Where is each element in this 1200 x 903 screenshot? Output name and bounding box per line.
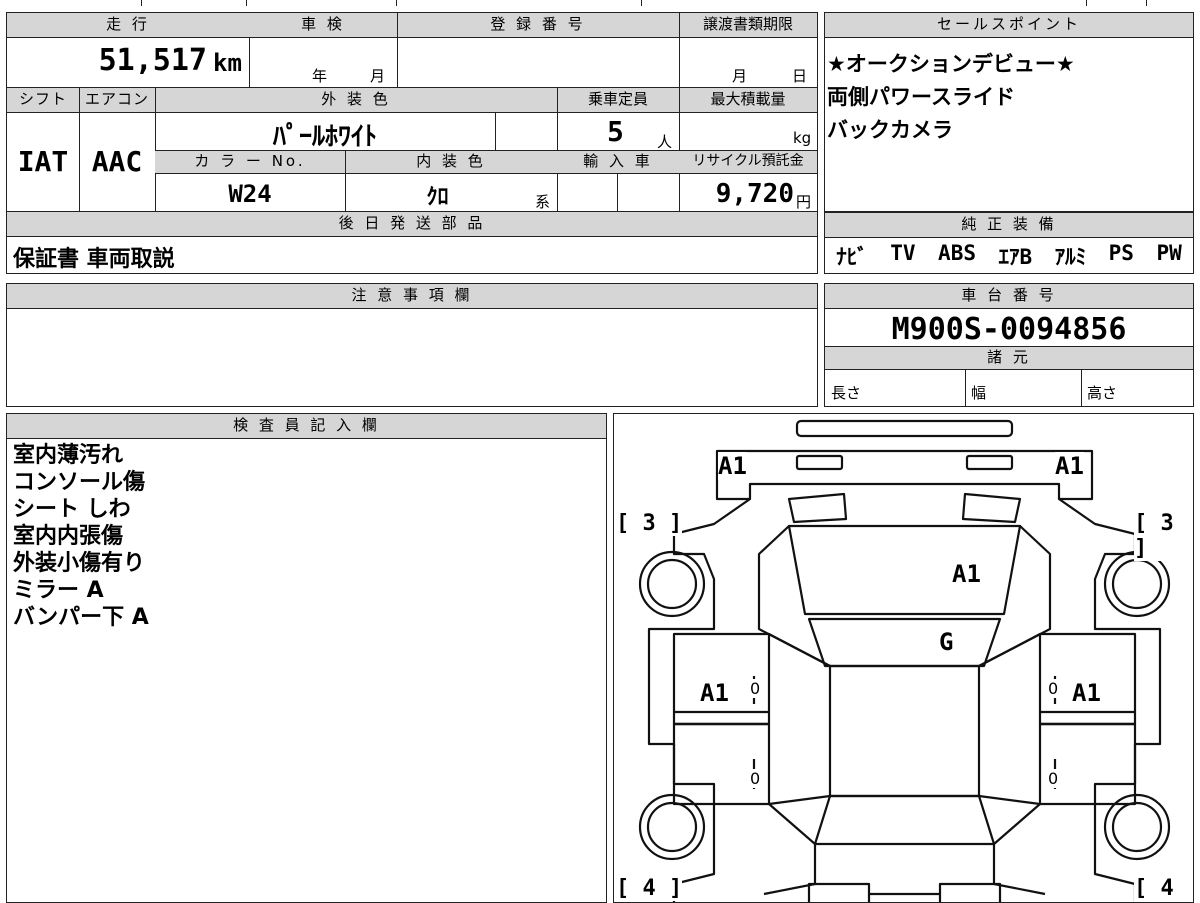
mileage-unit: km	[213, 49, 242, 77]
caution-box: 注 意 事 項 欄	[6, 283, 818, 407]
inspector-note: 外装小傷有り	[13, 551, 146, 576]
windshield-mark: G	[939, 628, 954, 656]
color-no-header: カ ラ ー No.	[155, 151, 345, 173]
max-load-header: 最大積載量	[679, 88, 817, 112]
left-front-door-zero: 0	[750, 679, 761, 698]
equipment-box: 純 正 装 備 ﾅﾋﾞ TV ABS ｴｱB ｱﾙﾐ PS PW	[824, 212, 1194, 274]
chassis-number: M900S-0094856	[891, 312, 1127, 347]
int-color-header: 内 装 色	[345, 151, 557, 173]
mileage-value: 51,517	[98, 43, 207, 78]
later-parts-value: 保証書 車両取説	[13, 247, 175, 272]
right-front-door-zero: 0	[1048, 679, 1059, 698]
recycle-header: リサイクル預託金	[679, 151, 817, 173]
ac-header: エアコン	[79, 88, 155, 112]
right-front-fender-mark: [ 3 ]	[1134, 511, 1193, 561]
vehicle-info-table: 走 行 車 検 登 録 番 号 譲渡書類期限 51,517 km 年 月 月 日…	[6, 12, 818, 274]
equipment-item: ｱﾙﾐ	[1054, 245, 1087, 269]
height-label: 高さ	[1087, 384, 1118, 402]
equipment-item: PS	[1108, 241, 1134, 265]
shift-header: シフト	[7, 88, 79, 112]
transfer-day: 日	[792, 67, 808, 85]
chassis-header: 車 台 番 号	[825, 284, 1193, 308]
equipment-header: 純 正 装 備	[825, 213, 1193, 237]
inspector-note: コンソール傷	[13, 470, 146, 495]
int-color-suffix: 系	[535, 193, 551, 211]
car-diagram-box: A1 A1 [ 3 ] [ 3 ] A1 G A1 A1 0 0 0 0 [ 4…	[613, 413, 1194, 903]
mileage-header: 走 行	[7, 13, 249, 37]
ext-color-value: ﾊﾟｰﾙﾎﾜｲﾄ	[272, 122, 377, 152]
sales-point-line: バックカメラ	[827, 118, 953, 142]
width-label: 幅	[971, 384, 987, 402]
int-color-value: ｸﾛ	[426, 185, 449, 210]
front-right-mark: A1	[1055, 452, 1084, 480]
inspector-note: シート しわ	[13, 497, 131, 522]
capacity-value: 5	[607, 115, 624, 148]
later-parts-header: 後 日 発 送 部 品	[7, 212, 817, 236]
length-label: 長さ	[831, 384, 862, 402]
left-rear-mark: [ 4 ]	[616, 876, 683, 901]
front-left-mark: A1	[718, 452, 747, 480]
left-rear-door-zero: 0	[750, 769, 761, 788]
sales-point-line: 両側パワースライド	[827, 85, 1015, 109]
right-door-mark: A1	[1072, 679, 1101, 707]
recycle-value: 9,720	[715, 179, 794, 209]
inspector-note: 室内薄汚れ	[13, 443, 124, 468]
inspector-note: バンパー下 A	[13, 605, 149, 630]
registration-header: 登 録 番 号	[397, 13, 679, 37]
equipment-item: TV	[890, 241, 916, 265]
shaken-month: 月	[370, 67, 386, 85]
inspector-header: 検 査 員 記 入 欄	[7, 414, 606, 438]
equipment-item: ﾅﾋﾞ	[836, 245, 868, 269]
left-front-fender-mark: [ 3 ]	[616, 511, 683, 536]
chassis-box: 車 台 番 号 M900S-0094856 諸 元 長さ 幅 高さ	[824, 283, 1194, 407]
right-rear-mark: [ 4 ]	[1134, 876, 1193, 902]
transfer-month: 月	[732, 67, 748, 85]
max-load-unit: kg	[793, 129, 812, 147]
capacity-header: 乗車定員	[557, 88, 679, 112]
left-door-mark: A1	[700, 679, 729, 707]
hood-mark: A1	[952, 560, 981, 588]
ac-value: AAC	[91, 145, 143, 178]
sales-point-line: ★オークションデビュー★	[827, 52, 1075, 76]
import-header: 輸 入 車	[557, 151, 679, 173]
inspector-notes-list: 室内薄汚れ コンソール傷 シート しわ 室内内張傷 外装小傷有り ミラー A バ…	[13, 442, 149, 631]
inspector-note: 室内内張傷	[13, 524, 124, 549]
car-outline-diagram	[638, 419, 1171, 902]
equipment-item: ｴｱB	[998, 245, 1033, 269]
sales-point-header: セールスポイント	[825, 13, 1193, 37]
capacity-unit: 人	[657, 133, 673, 151]
equipment-list: ﾅﾋﾞ TV ABS ｴｱB ｱﾙﾐ PS PW	[825, 241, 1193, 271]
equipment-item: ABS	[938, 241, 976, 265]
spec-header: 諸 元	[825, 347, 1193, 369]
top-clipped-row	[6, 0, 1194, 6]
recycle-unit: 円	[796, 193, 812, 211]
right-rear-door-zero: 0	[1048, 769, 1059, 788]
equipment-item: PW	[1156, 241, 1182, 265]
shaken-year: 年	[312, 67, 328, 85]
caution-header: 注 意 事 項 欄	[7, 284, 817, 308]
transfer-deadline-header: 譲渡書類期限	[679, 13, 817, 37]
color-no-value: W24	[228, 180, 272, 208]
ext-color-header: 外 装 色	[155, 88, 557, 112]
shaken-header: 車 検	[249, 13, 397, 37]
inspector-note: ミラー A	[13, 578, 104, 603]
shift-value: IAT	[17, 145, 69, 178]
sales-point-box: セールスポイント ★オークションデビュー★ 両側パワースライド バックカメラ	[824, 12, 1194, 212]
inspector-notes-box: 検 査 員 記 入 欄 室内薄汚れ コンソール傷 シート しわ 室内内張傷 外装…	[6, 413, 607, 903]
